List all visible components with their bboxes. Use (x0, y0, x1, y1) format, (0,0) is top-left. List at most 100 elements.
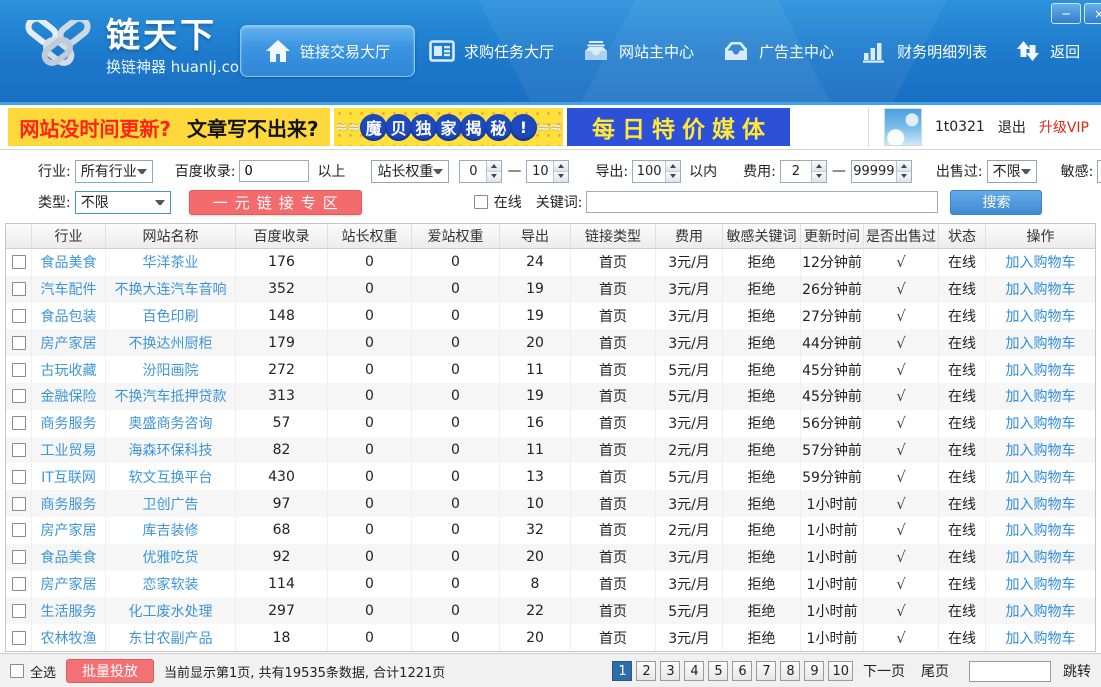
weight-max-spinner[interactable]: 10 (526, 160, 569, 183)
keyword-input[interactable] (586, 191, 938, 213)
add-to-cart-link[interactable]: 加入购物车 (986, 463, 1095, 490)
type-select[interactable]: 不限 (75, 191, 171, 214)
cell-industry[interactable]: 房产家居 (32, 517, 106, 544)
spinner-down-icon[interactable] (812, 172, 826, 182)
page-button-10[interactable]: 10 (828, 661, 853, 681)
site-name-link[interactable]: 卫创广告 (106, 490, 236, 517)
fee-max-spinner[interactable]: 99999 (851, 160, 912, 183)
page-button-3[interactable]: 3 (660, 661, 680, 681)
cell-industry[interactable]: 农林牧渔 (32, 624, 106, 651)
cell-industry[interactable]: 商务服务 (32, 490, 106, 517)
site-name-link[interactable]: 不换达州厨柜 (106, 329, 236, 356)
cell-industry[interactable]: 食品美食 (32, 544, 106, 571)
add-to-cart-link[interactable]: 加入购物车 (986, 249, 1095, 276)
nav-finance-list[interactable]: 财务明细列表 (848, 27, 1001, 76)
site-name-link[interactable]: 优雅吃货 (106, 544, 236, 571)
row-checkbox[interactable] (12, 604, 26, 618)
row-checkbox[interactable] (12, 470, 26, 484)
row-checkbox[interactable] (12, 389, 26, 403)
nav-return[interactable]: 返回 (1001, 26, 1094, 76)
page-button-7[interactable]: 7 (756, 661, 776, 681)
row-checkbox[interactable] (12, 550, 26, 564)
row-checkbox[interactable] (12, 416, 26, 430)
page-button-5[interactable]: 5 (708, 661, 728, 681)
site-name-link[interactable]: 不换大连汽车音响 (106, 276, 236, 303)
ad-banner-secret[interactable]: ≈≈ 魔 贝 独 家 揭 秘 ! ≈≈ (334, 108, 563, 146)
sold-select[interactable]: 不限 (987, 160, 1037, 183)
page-button-8[interactable]: 8 (780, 661, 800, 681)
add-to-cart-link[interactable]: 加入购物车 (986, 490, 1095, 517)
page-button-1[interactable]: 1 (612, 661, 632, 681)
search-button[interactable]: 搜索 (950, 190, 1042, 215)
spinner-up-icon[interactable] (487, 161, 501, 172)
add-to-cart-link[interactable]: 加入购物车 (986, 544, 1095, 571)
cell-industry[interactable]: 食品包装 (32, 303, 106, 330)
row-checkbox[interactable] (12, 309, 26, 323)
batch-publish-button[interactable]: 批量投放 (66, 659, 154, 683)
site-name-link[interactable]: 软文互换平台 (106, 463, 236, 490)
next-page-link[interactable]: 下一页 (863, 661, 905, 681)
cell-industry[interactable]: 古玩收藏 (32, 356, 106, 383)
minimize-button[interactable]: ─ (1051, 3, 1081, 24)
add-to-cart-link[interactable]: 加入购物车 (986, 571, 1095, 598)
site-name-link[interactable]: 汾阳画院 (106, 356, 236, 383)
row-checkbox[interactable] (12, 255, 26, 269)
online-checkbox[interactable] (474, 195, 488, 209)
add-to-cart-link[interactable]: 加入购物车 (986, 517, 1095, 544)
site-name-link[interactable]: 库吉装修 (106, 517, 236, 544)
add-to-cart-link[interactable]: 加入购物车 (986, 276, 1095, 303)
cell-industry[interactable]: 汽车配件 (32, 276, 106, 303)
site-name-link[interactable]: 东甘农副产品 (106, 624, 236, 651)
ad-banner-update[interactable]: 网站没时间更新? 文章写不出来? (8, 108, 330, 146)
nav-link-trade-hall[interactable]: 链接交易大厅 (240, 25, 415, 77)
last-page-link[interactable]: 尾页 (921, 661, 949, 681)
nav-advertiser-center[interactable]: 广告主中心 (708, 27, 848, 75)
ad-banner-daily-special[interactable]: 每日特价媒体 (567, 108, 790, 146)
site-name-link[interactable]: 海森环保科技 (106, 437, 236, 464)
cell-industry[interactable]: 工业贸易 (32, 437, 106, 464)
page-button-9[interactable]: 9 (804, 661, 824, 681)
weight-min-spinner[interactable]: 0 (459, 160, 502, 183)
cell-industry[interactable]: 金融保险 (32, 383, 106, 410)
cell-industry[interactable]: 房产家居 (32, 571, 106, 598)
baidu-include-input[interactable] (239, 160, 309, 182)
row-checkbox[interactable] (12, 363, 26, 377)
cell-industry[interactable]: 房产家居 (32, 329, 106, 356)
spinner-up-icon[interactable] (666, 161, 680, 172)
cell-industry[interactable]: 食品美食 (32, 249, 106, 276)
cell-industry[interactable]: IT互联网 (32, 463, 106, 490)
row-checkbox[interactable] (12, 282, 26, 296)
sensitive-select[interactable]: 不限 (1097, 160, 1101, 183)
export-spinner[interactable]: 100 (632, 160, 681, 183)
add-to-cart-link[interactable]: 加入购物车 (986, 356, 1095, 383)
spinner-up-icon[interactable] (897, 161, 911, 172)
cell-industry[interactable]: 生活服务 (32, 597, 106, 624)
page-button-6[interactable]: 6 (732, 661, 752, 681)
jump-link[interactable]: 跳转 (1063, 661, 1091, 681)
row-checkbox[interactable] (12, 577, 26, 591)
upgrade-vip-link[interactable]: 升级VIP (1039, 117, 1089, 137)
add-to-cart-link[interactable]: 加入购物车 (986, 303, 1095, 330)
site-name-link[interactable]: 百色印刷 (106, 303, 236, 330)
site-name-link[interactable]: 恋家软装 (106, 571, 236, 598)
spinner-up-icon[interactable] (812, 161, 826, 172)
row-checkbox[interactable] (12, 497, 26, 511)
row-checkbox[interactable] (12, 443, 26, 457)
add-to-cart-link[interactable]: 加入购物车 (986, 597, 1095, 624)
site-name-link[interactable]: 化工废水处理 (106, 597, 236, 624)
nav-site-owner-center[interactable]: 网站主中心 (568, 27, 708, 75)
fee-min-spinner[interactable]: 2 (780, 160, 827, 183)
spinner-down-icon[interactable] (666, 172, 680, 182)
close-button[interactable]: × (1084, 3, 1101, 24)
spinner-down-icon[interactable] (487, 172, 501, 182)
jump-page-input[interactable] (969, 661, 1051, 682)
user-avatar[interactable] (884, 108, 922, 146)
weight-type-select[interactable]: 站长权重 (371, 160, 449, 183)
site-name-link[interactable]: 奥盛商务咨询 (106, 410, 236, 437)
spinner-down-icon[interactable] (554, 172, 568, 182)
cell-industry[interactable]: 商务服务 (32, 410, 106, 437)
spinner-up-icon[interactable] (554, 161, 568, 172)
page-button-4[interactable]: 4 (684, 661, 704, 681)
industry-select[interactable]: 所有行业 (75, 160, 153, 183)
select-all-checkbox[interactable] (10, 664, 24, 678)
